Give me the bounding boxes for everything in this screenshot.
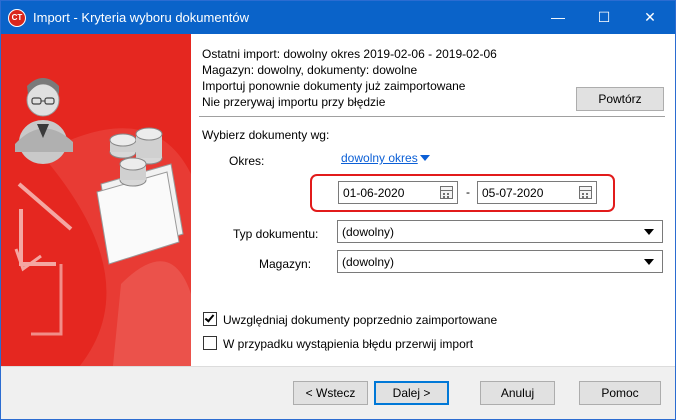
checkmark-icon bbox=[204, 312, 215, 323]
help-button[interactable]: Pomoc bbox=[579, 381, 661, 405]
window-title: Import - Kryteria wyboru dokumentów bbox=[33, 10, 250, 25]
stop-on-error-label[interactable]: W przypadku wystąpienia błędu przerwij i… bbox=[223, 337, 473, 351]
chevron-down-icon bbox=[644, 229, 654, 235]
minimize-button[interactable]: — bbox=[535, 1, 581, 34]
date-separator: - bbox=[466, 185, 470, 199]
chevron-down-icon bbox=[419, 155, 430, 161]
doc-type-select[interactable]: (dowolny) bbox=[337, 220, 663, 243]
close-button[interactable]: ✕ bbox=[627, 1, 673, 34]
maximize-button[interactable]: ☐ bbox=[581, 1, 627, 34]
doc-type-value: (dowolny) bbox=[342, 225, 395, 239]
chevron-down-icon bbox=[644, 259, 654, 265]
include-imported-label[interactable]: Uwzględniaj dokumenty poprzednio zaimpor… bbox=[223, 313, 497, 327]
back-button[interactable]: < Wstecz bbox=[293, 381, 368, 405]
calendar-icon[interactable] bbox=[579, 186, 592, 199]
import-dialog: CT Import - Kryteria wyboru dokumentów —… bbox=[0, 0, 676, 420]
date-from-value: 01-06-2020 bbox=[343, 186, 405, 200]
date-from-field[interactable]: 01-06-2020 bbox=[338, 181, 458, 204]
last-import-warehouse: Magazyn: dowolny, dokumenty: dowolne bbox=[202, 63, 418, 77]
person-icon bbox=[15, 78, 73, 164]
last-import-info: Ostatni import: dowolny okres 2019-02-06… bbox=[202, 47, 497, 61]
last-import-reimport: Importuj ponownie dokumenty już zaimport… bbox=[202, 79, 466, 93]
calendar-icon[interactable] bbox=[440, 186, 453, 199]
warehouse-select[interactable]: (dowolny) bbox=[337, 250, 663, 273]
cancel-button[interactable]: Anuluj bbox=[480, 381, 555, 405]
date-to-value: 05-07-2020 bbox=[482, 186, 544, 200]
stop-on-error-checkbox[interactable] bbox=[203, 336, 217, 350]
app-logo-icon: CT bbox=[8, 9, 26, 27]
next-button[interactable]: Dalej > bbox=[374, 381, 449, 405]
criteria-panel: Ostatni import: dowolny okres 2019-02-06… bbox=[191, 34, 675, 386]
separator bbox=[199, 116, 665, 117]
wizard-illustration bbox=[14, 78, 191, 386]
last-import-errors: Nie przerywaj importu przy błędzie bbox=[202, 95, 386, 109]
repeat-button[interactable]: Powtórz bbox=[576, 87, 664, 111]
wizard-side-image bbox=[1, 34, 191, 386]
include-imported-checkbox[interactable] bbox=[203, 312, 217, 326]
doc-type-label: Typ dokumentu: bbox=[233, 227, 319, 241]
period-value: dowolny okres bbox=[341, 151, 418, 165]
criteria-heading: Wybierz dokumenty wg: bbox=[202, 128, 330, 142]
period-dropdown[interactable]: dowolny okres bbox=[341, 151, 430, 165]
warehouse-label: Magazyn: bbox=[259, 257, 312, 271]
title-bar[interactable]: CT Import - Kryteria wyboru dokumentów —… bbox=[1, 1, 675, 34]
period-label: Okres: bbox=[229, 154, 265, 168]
warehouse-value: (dowolny) bbox=[342, 255, 395, 269]
wizard-footer: < Wstecz Dalej > Anuluj Pomoc bbox=[1, 366, 675, 419]
date-to-field[interactable]: 05-07-2020 bbox=[477, 181, 597, 204]
